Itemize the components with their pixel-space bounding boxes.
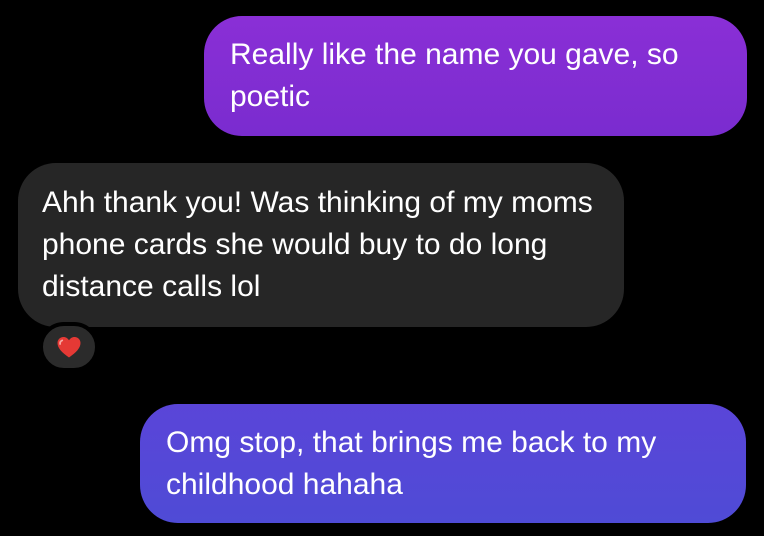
incoming-message-bubble[interactable]: Ahh thank you! Was thinking of my moms p… [18, 163, 624, 327]
message-reaction-badge[interactable] [39, 322, 99, 372]
red-heart-icon [57, 337, 81, 358]
message-text: Really like the name you gave, so poetic [230, 38, 679, 113]
outgoing-message-bubble[interactable]: Really like the name you gave, so poetic [204, 16, 747, 136]
outgoing-message-bubble[interactable]: Omg stop, that brings me back to my chil… [140, 404, 746, 523]
message-text: Omg stop, that brings me back to my chil… [166, 426, 657, 501]
message-text: Ahh thank you! Was thinking of my moms p… [42, 186, 593, 303]
